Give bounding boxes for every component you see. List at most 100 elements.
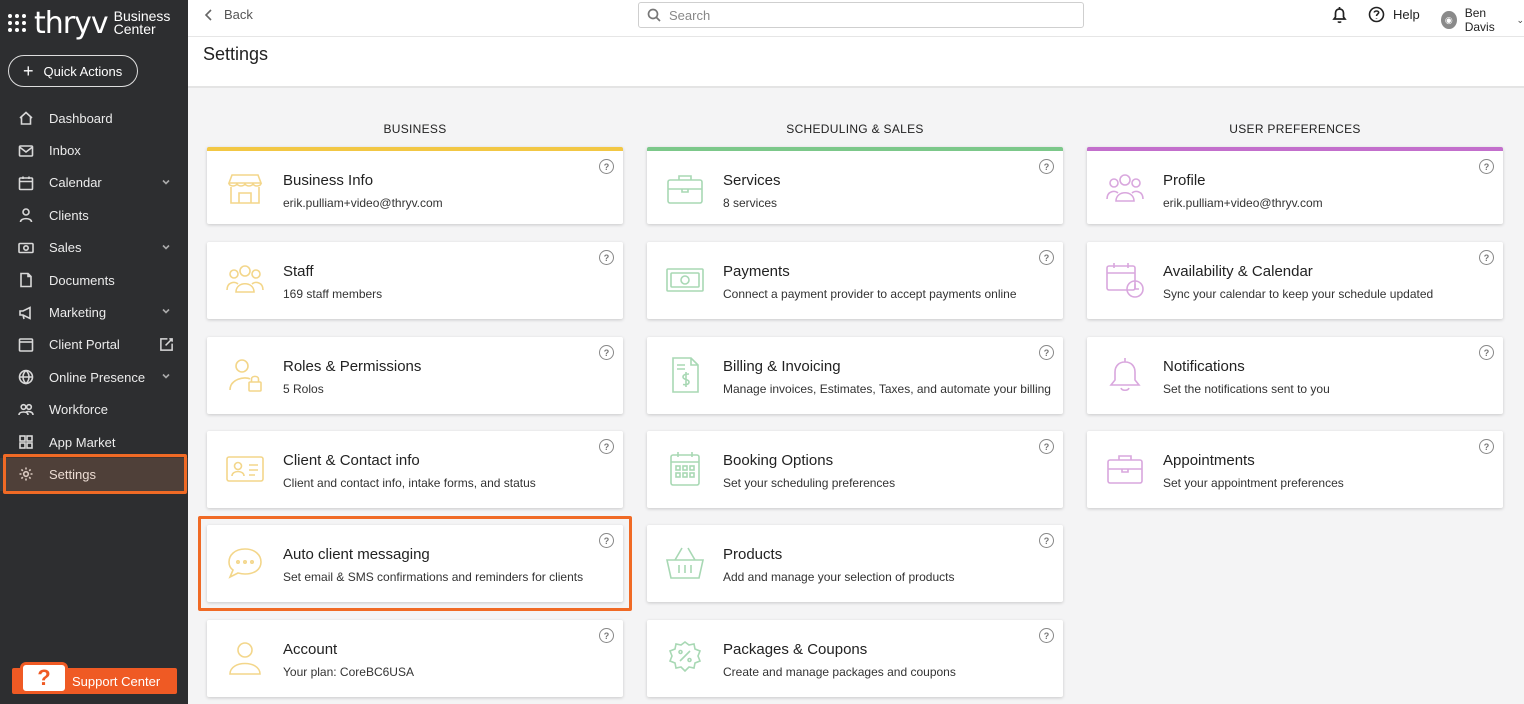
help-bubble-icon: ?	[20, 662, 68, 694]
grid-icon	[19, 435, 33, 449]
settings-card-packages-coupons[interactable]: Packages & Coupons Create and manage pac…	[647, 620, 1063, 697]
settings-card-payments[interactable]: Payments Connect a payment provider to a…	[647, 242, 1063, 319]
help-icon[interactable]: ?	[1039, 628, 1054, 643]
help-icon[interactable]: ?	[1479, 345, 1494, 360]
sidebar-item-workforce[interactable]: Workforce	[0, 394, 188, 426]
quick-actions-button[interactable]: + Quick Actions	[8, 55, 138, 87]
id-card-icon	[226, 456, 264, 482]
app-logo[interactable]: thryv Business Center	[8, 5, 170, 41]
sidebar: thryv Business Center + Quick Actions Das…	[0, 0, 188, 704]
settings-card-account[interactable]: Account Your plan: CoreBC6USA ?	[207, 620, 623, 697]
profile-group-icon	[1106, 174, 1144, 202]
card-title: Auto client messaging	[283, 546, 430, 563]
sidebar-item-client-portal[interactable]: Client Portal	[0, 329, 188, 361]
page-header: Settings	[188, 37, 1524, 88]
settings-card-business-info[interactable]: Business Info erik.pulliam+video@thryv.c…	[207, 147, 623, 224]
card-description: Create and manage packages and coupons	[723, 665, 956, 679]
card-title: Business Info	[283, 172, 374, 189]
sidebar-item-label: Clients	[49, 207, 89, 223]
settings-card-services[interactable]: Services 8 services ?	[647, 147, 1063, 224]
gear-icon	[19, 467, 33, 481]
settings-card-booking-options[interactable]: Booking Options Set your scheduling pref…	[647, 431, 1063, 508]
help-icon[interactable]: ?	[599, 628, 614, 643]
chevron-down-icon[interactable]	[162, 243, 170, 251]
sidebar-item-marketing[interactable]: Marketing	[0, 296, 188, 328]
card-description: 8 services	[723, 196, 778, 210]
sidebar-item-label: Calendar	[49, 175, 102, 191]
settings-card-auto-client-messaging[interactable]: Auto client messaging Set email & SMS co…	[207, 525, 623, 602]
card-title: Products	[723, 546, 783, 563]
sidebar-item-label: App Market	[49, 434, 116, 450]
sidebar-item-label: Sales	[49, 240, 82, 256]
support-center-label: Support Center	[72, 673, 161, 689]
help-icon[interactable]: ?	[1039, 345, 1054, 360]
help-icon[interactable]: ?	[599, 345, 614, 360]
help-button[interactable]: Help	[1368, 6, 1420, 23]
settings-card-staff[interactable]: Staff 169 staff members ?	[207, 242, 623, 319]
money-icon	[18, 242, 34, 254]
user-menu[interactable]: ◉ Ben Davis ⌄	[1441, 6, 1524, 34]
help-circle-icon	[1368, 6, 1385, 23]
sidebar-item-settings[interactable]: Settings	[0, 458, 188, 491]
sidebar-item-documents[interactable]: Documents	[0, 264, 188, 296]
help-icon[interactable]: ?	[1479, 250, 1494, 265]
card-title: Payments	[723, 263, 790, 280]
document-icon	[20, 272, 32, 288]
help-icon[interactable]: ?	[1479, 159, 1494, 174]
card-title: Staff	[283, 263, 314, 280]
user-lock-icon	[229, 359, 262, 392]
back-label: Back	[224, 7, 253, 22]
sidebar-item-online-presence[interactable]: Online Presence	[0, 361, 188, 393]
column-title-user-preferences: USER PREFERENCES	[1229, 122, 1361, 136]
portal-icon	[18, 338, 34, 352]
help-icon[interactable]: ?	[1479, 439, 1494, 454]
card-title: Notifications	[1163, 358, 1245, 375]
help-icon[interactable]: ?	[599, 439, 614, 454]
notifications-bell-icon[interactable]	[1331, 6, 1348, 24]
settings-card-billing-invoicing[interactable]: Billing & Invoicing Manage invoices, Est…	[647, 337, 1063, 414]
search-box[interactable]	[638, 2, 1084, 28]
settings-card-roles-permissions[interactable]: Roles & Permissions 5 Rolos ?	[207, 337, 623, 414]
chevron-down-icon[interactable]	[162, 178, 170, 186]
megaphone-icon	[19, 305, 31, 320]
help-icon[interactable]: ?	[1039, 533, 1054, 548]
support-center-button[interactable]: ? Support Center	[12, 662, 177, 694]
sidebar-item-clients[interactable]: Clients	[0, 199, 188, 231]
sidebar-item-sales[interactable]: Sales	[0, 232, 188, 264]
back-button[interactable]: Back	[204, 7, 253, 22]
mail-icon	[18, 144, 34, 157]
search-icon	[647, 8, 661, 22]
settings-card-products[interactable]: Products Add and manage your selection o…	[647, 525, 1063, 602]
settings-card-client-contact-info[interactable]: Client & Contact info Client and contact…	[207, 431, 623, 508]
help-icon[interactable]: ?	[599, 250, 614, 265]
help-icon[interactable]: ?	[1039, 439, 1054, 454]
help-icon[interactable]: ?	[1039, 159, 1054, 174]
settings-card-availability-calendar[interactable]: Availability & Calendar Sync your calend…	[1087, 242, 1503, 319]
sidebar-item-calendar[interactable]: Calendar	[0, 167, 188, 199]
card-title: Packages & Coupons	[723, 641, 868, 658]
brand-name: thryv	[34, 5, 109, 41]
search-input[interactable]	[669, 7, 1069, 23]
chevron-down-icon[interactable]	[162, 372, 170, 380]
staff-icon	[226, 265, 264, 293]
settings-card-profile[interactable]: Profile erik.pulliam+video@thryv.com ?	[1087, 147, 1503, 224]
sidebar-item-app-market[interactable]: App Market	[0, 426, 188, 458]
store-icon	[227, 174, 263, 204]
basket-icon	[666, 547, 704, 579]
sidebar-item-inbox[interactable]: Inbox	[0, 134, 188, 166]
cash-icon	[666, 268, 704, 292]
help-icon[interactable]: ?	[599, 159, 614, 174]
chevron-down-icon: ⌄	[1516, 14, 1524, 25]
card-description: Client and contact info, intake forms, a…	[283, 476, 536, 490]
card-title: Appointments	[1163, 452, 1255, 469]
calendar-clock-icon	[1106, 263, 1144, 298]
external-edit-icon[interactable]	[159, 337, 174, 352]
settings-card-notifications[interactable]: Notifications Set the notifications sent…	[1087, 337, 1503, 414]
sidebar-item-dashboard[interactable]: Dashboard	[0, 102, 188, 134]
settings-card-appointments[interactable]: Appointments Set your appointment prefer…	[1087, 431, 1503, 508]
chevron-down-icon[interactable]	[162, 307, 170, 315]
briefcase-icon	[1107, 455, 1143, 484]
help-icon[interactable]: ?	[599, 533, 614, 548]
app-grid-icon[interactable]	[8, 14, 26, 32]
help-icon[interactable]: ?	[1039, 250, 1054, 265]
